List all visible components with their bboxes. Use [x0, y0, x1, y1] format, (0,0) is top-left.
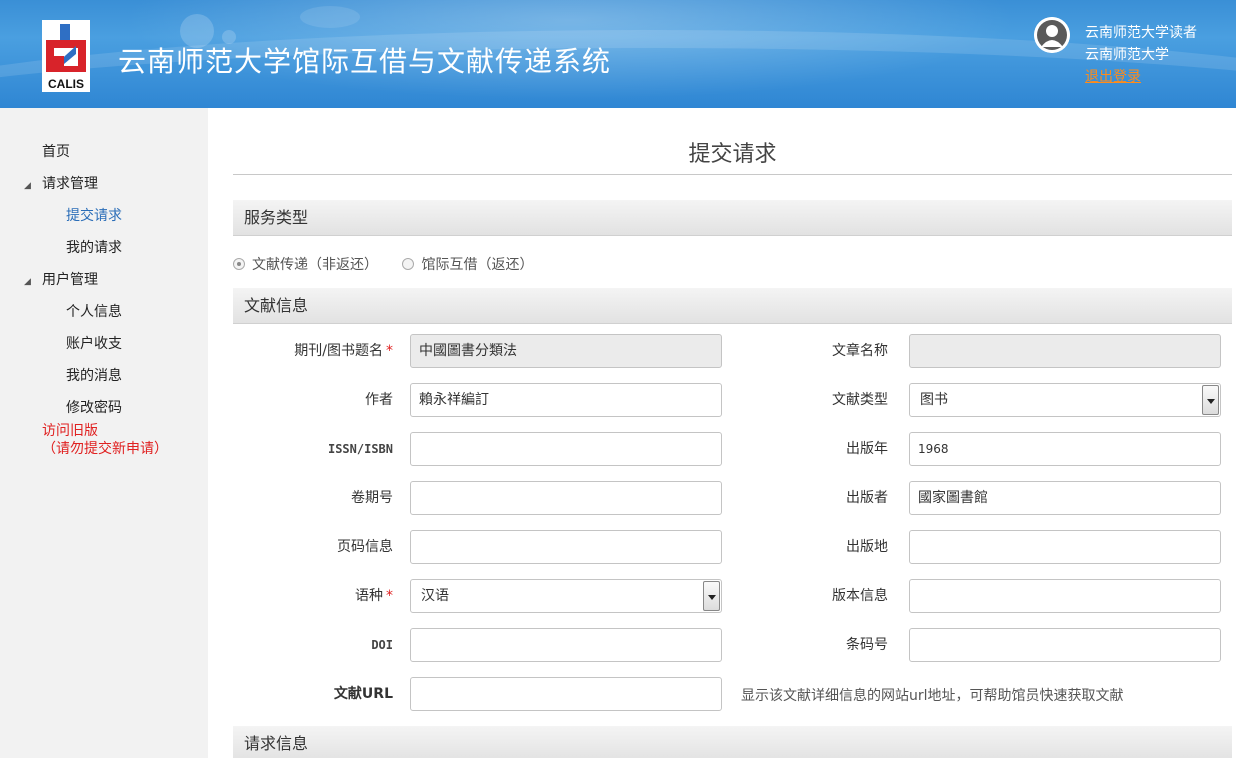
- required-mark: *: [386, 343, 393, 359]
- radio-document-delivery[interactable]: 文献传递（非返还）: [233, 254, 378, 274]
- label-publisher: 出版者: [846, 490, 888, 506]
- journal-title-input[interactable]: 中國圖書分類法: [410, 334, 722, 368]
- radio-label: 馆际互借（返还）: [421, 257, 534, 273]
- volume-input[interactable]: [410, 481, 722, 515]
- page-title: 提交请求: [688, 142, 777, 167]
- required-mark: *: [386, 588, 393, 604]
- sidebar: 首页 ◢ 请求管理 提交请求 我的请求 ◢ 用户管理 个人信息 账户收支 我的消息 …: [0, 108, 208, 758]
- chevron-down-icon[interactable]: [1202, 385, 1219, 415]
- user-info: 云南师范大学读者 云南师范大学 退出登录: [1085, 22, 1197, 88]
- radio-interlibrary-loan[interactable]: 馆际互借（返还）: [402, 254, 533, 274]
- sidebar-item-submit-request[interactable]: 提交请求: [66, 205, 122, 225]
- pub-year-input[interactable]: 1968: [909, 432, 1221, 466]
- label-language: 语种 *: [355, 588, 393, 604]
- language-value: 汉语: [421, 588, 449, 604]
- header-banner: CALIS 云南师范大学馆际互借与文献传递系统 云南师范大学读者 云南师范大学 …: [0, 0, 1236, 108]
- sidebar-group-label: 用户管理: [42, 272, 98, 288]
- author-input[interactable]: 賴永祥編訂: [410, 383, 722, 417]
- sidebar-item-home[interactable]: 首页: [42, 141, 70, 161]
- label-volume: 卷期号: [351, 490, 393, 506]
- radio-unchecked-icon: [402, 258, 415, 270]
- pages-input[interactable]: [410, 530, 722, 564]
- old-version-note: （请勿提交新申请）: [42, 441, 168, 457]
- chevron-down-icon[interactable]: [703, 581, 720, 611]
- sidebar-item-account[interactable]: 账户收支: [66, 333, 122, 353]
- sidebar-group-user[interactable]: ◢ 用户管理: [24, 269, 98, 289]
- logo-text: CALIS: [48, 77, 84, 91]
- edition-input[interactable]: [909, 579, 1221, 613]
- sidebar-group-request[interactable]: ◢ 请求管理: [24, 173, 98, 193]
- language-select[interactable]: 汉语: [410, 579, 722, 613]
- system-title: 云南师范大学馆际互借与文献传递系统: [118, 45, 612, 78]
- sidebar-group-label: 请求管理: [42, 176, 98, 192]
- old-version-label: 访问旧版: [42, 423, 98, 439]
- user-org: 云南师范大学: [1085, 47, 1169, 63]
- article-title-input[interactable]: [909, 334, 1221, 368]
- pub-place-input[interactable]: [909, 530, 1221, 564]
- title-divider: [233, 174, 1232, 175]
- sidebar-item-profile[interactable]: 个人信息: [66, 301, 122, 321]
- label-doi: DOI: [371, 638, 393, 652]
- url-hint: 显示该文献详细信息的网站url地址，可帮助馆员快速获取文献: [741, 688, 1124, 704]
- label-issn: ISSN/ISBN: [327, 442, 393, 456]
- collapse-triangle-icon: ◢: [24, 181, 31, 191]
- radio-checked-icon: [233, 258, 245, 270]
- label-article-title: 文章名称: [832, 343, 888, 359]
- sidebar-item-change-password[interactable]: 修改密码: [66, 397, 122, 417]
- section-service-type: 服务类型: [233, 200, 1232, 236]
- label-pages: 页码信息: [337, 539, 393, 555]
- service-type-radios: 文献传递（非返还） 馆际互借（返还）: [233, 254, 553, 274]
- issn-input[interactable]: [410, 432, 722, 466]
- radio-label: 文献传递（非返还）: [252, 257, 378, 273]
- user-name: 云南师范大学读者: [1085, 25, 1197, 41]
- collapse-triangle-icon: ◢: [24, 277, 31, 287]
- label-doc-type: 文献类型: [832, 392, 888, 408]
- publisher-input[interactable]: 國家圖書館: [909, 481, 1221, 515]
- label-pub-year: 出版年: [846, 441, 888, 457]
- old-version-link[interactable]: 访问旧版 （请勿提交新申请）: [42, 422, 168, 458]
- user-avatar-icon: [1034, 17, 1070, 53]
- sidebar-item-my-requests[interactable]: 我的请求: [66, 237, 122, 257]
- url-input[interactable]: [410, 677, 722, 711]
- doi-input[interactable]: [410, 628, 722, 662]
- label-pub-place: 出版地: [846, 539, 888, 555]
- label-url: 文献URL: [333, 686, 393, 702]
- label-edition: 版本信息: [832, 588, 888, 604]
- logout-link[interactable]: 退出登录: [1085, 69, 1141, 85]
- label-barcode: 条码号: [846, 637, 888, 653]
- banner-bubble: [300, 6, 360, 28]
- label-author: 作者: [365, 392, 393, 408]
- section-request-info: 请求信息: [233, 726, 1232, 758]
- calis-logo[interactable]: CALIS: [42, 20, 90, 92]
- section-document-info: 文献信息: [233, 288, 1232, 324]
- doc-type-select[interactable]: 图书: [909, 383, 1221, 417]
- sidebar-item-messages[interactable]: 我的消息: [66, 365, 122, 385]
- doc-type-value: 图书: [920, 392, 948, 408]
- barcode-input[interactable]: [909, 628, 1221, 662]
- label-journal-title: 期刊/图书题名 *: [294, 343, 393, 359]
